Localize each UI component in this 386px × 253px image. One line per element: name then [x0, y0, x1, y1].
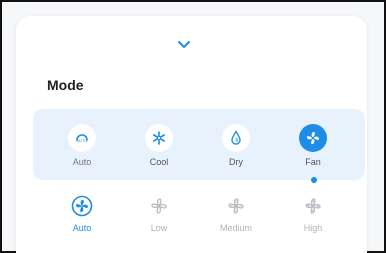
fan-speed-label-high: High: [303, 223, 323, 233]
mode-option-cool[interactable]: Cool: [129, 124, 189, 168]
fan-speed-high[interactable]: High: [283, 194, 343, 234]
fan-speed-label-low: Low: [150, 223, 168, 233]
fan-high-icon: [301, 194, 325, 218]
fan-speed-label-auto: Auto: [72, 223, 92, 233]
fan-icon: [299, 124, 327, 152]
mode-option-dry[interactable]: Dry: [206, 124, 266, 168]
mode-option-auto[interactable]: AUTO Auto: [52, 124, 112, 168]
droplet-icon: [222, 124, 250, 152]
selected-indicator-dot: [311, 177, 317, 183]
fan-medium-icon: [224, 194, 248, 218]
mode-label-auto: Auto: [72, 157, 92, 167]
chevron-down-icon[interactable]: [174, 38, 194, 52]
snowflake-icon: [145, 124, 173, 152]
fan-speed-medium[interactable]: Medium: [206, 194, 266, 234]
fan-low-icon: [147, 194, 171, 218]
fan-speed-label-medium: Medium: [219, 223, 252, 233]
mode-label-dry: Dry: [229, 157, 243, 167]
mode-option-fan[interactable]: Fan: [283, 124, 343, 168]
section-title: Mode: [47, 77, 84, 93]
mode-label-cool: Cool: [149, 157, 169, 167]
fan-speed-low[interactable]: Low: [129, 194, 189, 234]
fan-speed-auto[interactable]: Auto: [52, 194, 112, 234]
mode-label-fan: Fan: [305, 157, 321, 167]
fan-auto-icon: [70, 194, 94, 218]
auto-mode-icon: AUTO: [68, 124, 96, 152]
svg-text:AUTO: AUTO: [76, 138, 87, 143]
